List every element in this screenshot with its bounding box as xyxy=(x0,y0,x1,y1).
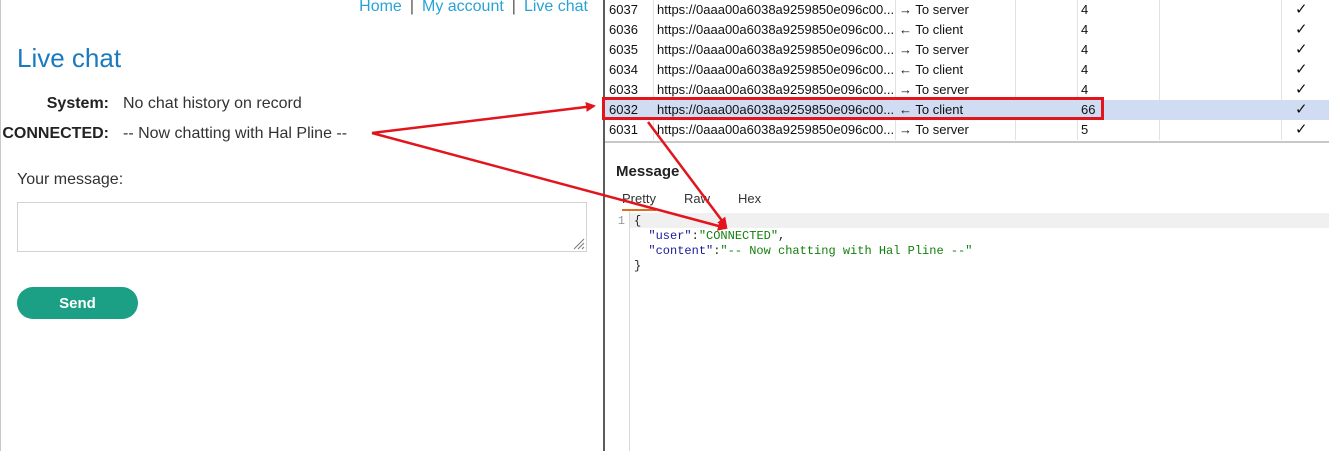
websocket-history-panel: 6037 https://0aaa00a6038a9259850e096c00.… xyxy=(602,0,1329,451)
json-brace: { xyxy=(634,214,642,228)
send-button[interactable]: Send xyxy=(17,287,138,319)
line-number: 1 xyxy=(617,214,625,228)
row-direction: → To server xyxy=(899,2,969,17)
check-icon: ✓ xyxy=(1295,61,1308,78)
check-icon: ✓ xyxy=(1295,101,1308,118)
row-length: 4 xyxy=(1081,42,1089,57)
row-id: 6036 xyxy=(609,22,638,37)
row-direction: ← To client xyxy=(899,22,964,37)
message-tabs: Pretty Raw Hex xyxy=(605,188,1329,211)
message-textarea[interactable] xyxy=(17,202,587,252)
row-length: 4 xyxy=(1081,2,1089,17)
nav-separator: | xyxy=(409,0,414,15)
check-icon: ✓ xyxy=(1295,41,1308,58)
chat-line-system: System: No chat history on record xyxy=(1,95,302,113)
highlight-box xyxy=(602,97,1104,120)
check-icon: ✓ xyxy=(1295,21,1308,38)
message-editor[interactable]: 1 { "user":"CONNECTED", "content":"-- No… xyxy=(605,211,1329,451)
chat-sender: CONNECTED: xyxy=(2,125,109,142)
row-direction: → To server xyxy=(899,122,969,137)
row-length: 4 xyxy=(1081,22,1089,37)
chat-text: No chat history on record xyxy=(123,95,302,112)
row-direction: ← To client xyxy=(899,62,964,77)
table-row[interactable]: 6036 https://0aaa00a6038a9259850e096c00.… xyxy=(605,20,1329,40)
row-length: 4 xyxy=(1081,62,1089,77)
row-id: 6031 xyxy=(609,122,638,137)
json-brace: } xyxy=(634,259,642,273)
code-line: "content":"-- Now chatting with Hal Plin… xyxy=(648,244,973,258)
chat-line-connected: CONNECTED: -- Now chatting with Hal Pline… xyxy=(1,125,347,143)
current-line-highlight xyxy=(630,213,1329,228)
row-id: 6037 xyxy=(609,2,638,17)
chat-sender: System: xyxy=(46,95,109,112)
table-row[interactable]: 6037 https://0aaa00a6038a9259850e096c00.… xyxy=(605,0,1329,20)
code-line: { xyxy=(634,214,641,228)
row-url: https://0aaa00a6038a9259850e096c00... xyxy=(657,62,893,77)
row-length: 5 xyxy=(1081,122,1089,137)
json-value: "-- Now chatting with Hal Pline --" xyxy=(720,244,973,258)
row-id: 6034 xyxy=(609,62,638,77)
check-icon: ✓ xyxy=(1295,121,1308,138)
tab-raw[interactable]: Raw xyxy=(684,191,710,206)
message-title: Message xyxy=(616,163,680,180)
live-chat-page: Home | My account | Live chat Live chat Syst… xyxy=(0,0,600,451)
nav-live-chat-link[interactable]: Live chat xyxy=(524,0,588,15)
resize-grip-icon[interactable] xyxy=(571,236,585,250)
code-line: "user":"CONNECTED", xyxy=(648,229,786,243)
top-nav: Home | My account | Live chat xyxy=(359,0,588,16)
splitter[interactable] xyxy=(605,141,1329,143)
row-url: https://0aaa00a6038a9259850e096c00... xyxy=(657,2,893,17)
table-row[interactable]: 6034 https://0aaa00a6038a9259850e096c00.… xyxy=(605,60,1329,80)
row-url: https://0aaa00a6038a9259850e096c00... xyxy=(657,122,893,137)
tab-hex[interactable]: Hex xyxy=(738,191,761,206)
json-value: "CONNECTED" xyxy=(698,229,779,243)
message-label: Your message: xyxy=(17,171,124,188)
chat-text: -- Now chatting with Hal Pline -- xyxy=(123,125,348,142)
nav-home-link[interactable]: Home xyxy=(359,0,402,15)
code-line: } xyxy=(634,259,641,273)
json-key: "user" xyxy=(648,229,692,243)
table-row[interactable]: 6035 https://0aaa00a6038a9259850e096c00.… xyxy=(605,40,1329,60)
nav-my-account-link[interactable]: My account xyxy=(422,0,504,15)
row-url: https://0aaa00a6038a9259850e096c00... xyxy=(657,22,893,37)
check-icon: ✓ xyxy=(1295,81,1308,98)
nav-separator: | xyxy=(511,0,516,15)
row-id: 6035 xyxy=(609,42,638,57)
page-title: Live chat xyxy=(17,43,122,73)
row-direction: → To server xyxy=(899,42,969,57)
row-url: https://0aaa00a6038a9259850e096c00... xyxy=(657,42,893,57)
check-icon: ✓ xyxy=(1295,1,1308,18)
tab-pretty[interactable]: Pretty xyxy=(622,191,656,211)
json-key: "content" xyxy=(648,244,714,258)
line-gutter: 1 xyxy=(605,211,630,451)
table-row[interactable]: 6031 https://0aaa00a6038a9259850e096c00.… xyxy=(605,120,1329,140)
